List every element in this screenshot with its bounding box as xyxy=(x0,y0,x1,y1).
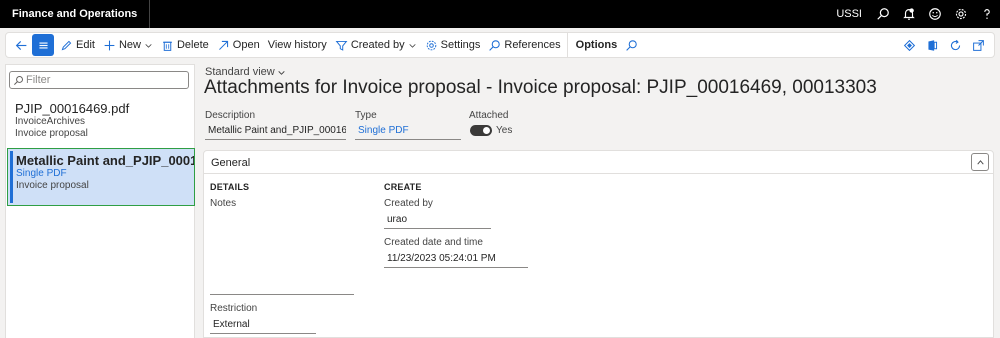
chevron-down-icon xyxy=(278,70,285,75)
settings-gear-icon xyxy=(426,40,436,50)
general-fasttab: General DETAILS Notes Restriction Extern… xyxy=(203,150,994,338)
funnel-icon xyxy=(335,40,348,51)
open-arrow-icon xyxy=(218,40,228,50)
company-picker[interactable]: USSI xyxy=(828,8,870,20)
created-datetime-label: Created date and time xyxy=(384,237,483,248)
list-item-title: PJIP_00016469.pdf xyxy=(15,101,130,116)
restriction-field[interactable]: External xyxy=(210,317,316,334)
attached-value: Yes xyxy=(496,125,513,136)
page-title: Attachments for Invoice proposal - Invoi… xyxy=(204,77,877,98)
action-pane-right xyxy=(898,33,994,57)
chevron-down-icon xyxy=(145,43,152,48)
description-field[interactable]: Metallic Paint and_PJIP_00016... xyxy=(205,123,346,140)
edit-label: Edit xyxy=(76,39,95,51)
options-label: Options xyxy=(575,39,618,51)
smiley-feedback-icon[interactable] xyxy=(922,0,948,28)
settings-label: Settings xyxy=(440,39,481,51)
popout-icon[interactable] xyxy=(967,33,990,57)
general-fasttab-header[interactable]: General xyxy=(204,151,993,174)
created-datetime-field[interactable]: 11/23/2023 05:24:01 PM xyxy=(384,251,528,268)
pencil-icon xyxy=(61,40,72,50)
list-item[interactable]: PJIP_00016469.pdf InvoiceArchives Invoic… xyxy=(7,101,195,147)
search-icon xyxy=(489,39,501,51)
type-field[interactable]: Single PDF xyxy=(355,123,461,140)
collapse-button[interactable] xyxy=(971,153,989,171)
notes-field[interactable] xyxy=(210,209,354,295)
new-label: New xyxy=(118,39,141,51)
search-icon xyxy=(14,75,23,85)
power-apps-diamond-icon[interactable] xyxy=(898,33,921,57)
view-history-button[interactable]: View history xyxy=(264,33,331,57)
attached-label: Attached xyxy=(469,110,509,121)
top-nav-bar: Finance and Operations USSI xyxy=(0,0,1000,28)
options-tab[interactable]: Options xyxy=(566,33,622,57)
chevron-up-icon xyxy=(976,159,984,164)
notification-bell-icon[interactable] xyxy=(896,0,922,28)
delete-button[interactable]: Delete xyxy=(157,33,213,57)
create-heading: CREATE xyxy=(384,182,422,192)
delete-label: Delete xyxy=(176,39,209,51)
list-item-subtitle: Single PDF xyxy=(16,168,67,179)
help-icon[interactable] xyxy=(974,0,1000,28)
app-title[interactable]: Finance and Operations xyxy=(0,0,151,28)
gear-icon[interactable] xyxy=(948,0,974,28)
type-label: Type xyxy=(355,110,377,121)
references-label: References xyxy=(504,39,561,51)
details-heading: DETAILS xyxy=(210,182,250,192)
edit-button[interactable]: Edit xyxy=(56,33,99,57)
attachment-list-panel: Filter PJIP_00016469.pdf InvoiceArchives… xyxy=(5,64,195,338)
top-nav-right: USSI xyxy=(828,0,1000,28)
office-icon[interactable] xyxy=(921,33,944,57)
created-by-label: Created by xyxy=(350,39,405,51)
action-search-icon[interactable] xyxy=(621,33,642,57)
refresh-icon[interactable] xyxy=(944,33,967,57)
notes-label: Notes xyxy=(210,198,237,209)
chevron-down-icon xyxy=(409,43,416,48)
settings-button[interactable]: Settings xyxy=(421,33,485,57)
filter-placeholder: Filter xyxy=(26,74,51,86)
restriction-label: Restriction xyxy=(210,303,258,314)
references-button[interactable]: References xyxy=(484,33,564,57)
plus-icon xyxy=(104,40,115,50)
created-by-field[interactable]: urao xyxy=(384,212,491,229)
hamburger-menu-icon[interactable] xyxy=(32,34,54,56)
list-item-subtitle: InvoiceArchives xyxy=(15,116,86,127)
list-item-title: Metallic Paint and_PJIP_0001... xyxy=(16,153,194,168)
trash-icon xyxy=(163,41,172,51)
created-by-label: Created by xyxy=(384,198,433,209)
view-history-label: View history xyxy=(267,39,327,51)
open-label: Open xyxy=(232,39,260,51)
filter-input[interactable]: Filter xyxy=(9,71,189,89)
attached-toggle[interactable] xyxy=(470,125,492,136)
list-item-subtitle: Invoice proposal xyxy=(16,180,89,191)
description-label: Description xyxy=(205,110,256,121)
list-item-selected[interactable]: Metallic Paint and_PJIP_0001... Single P… xyxy=(7,148,195,206)
list-item-subtitle: Invoice proposal xyxy=(15,128,88,139)
general-title: General xyxy=(211,157,251,169)
search-icon[interactable] xyxy=(870,0,896,28)
back-arrow-icon[interactable] xyxy=(10,33,32,57)
created-by-filter-button[interactable]: Created by xyxy=(331,33,421,57)
action-pane: Edit New Delete Open View history Create… xyxy=(5,32,995,58)
new-button[interactable]: New xyxy=(99,33,157,57)
open-button[interactable]: Open xyxy=(213,33,264,57)
